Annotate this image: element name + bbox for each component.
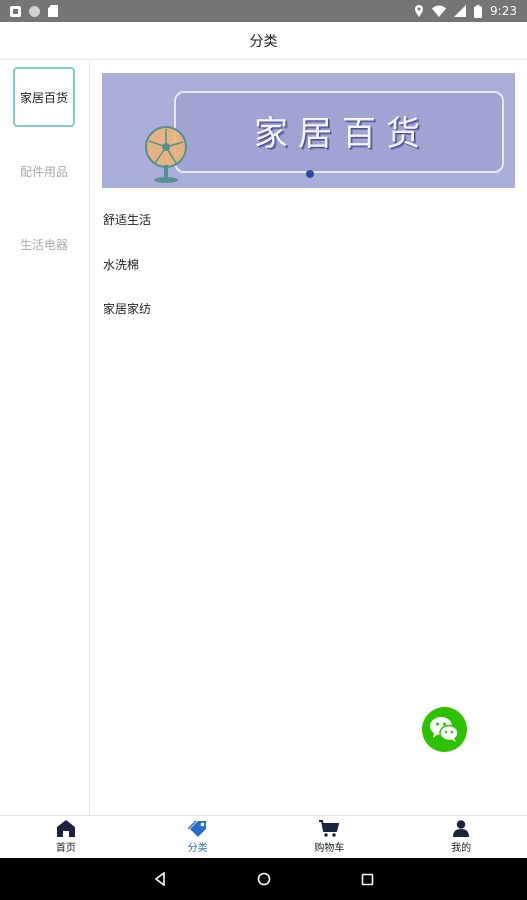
notification-icon — [10, 5, 21, 17]
category-content: 家居百货 舒适生活 水洗棉 家居家纺 — [90, 60, 527, 815]
battery-icon — [474, 4, 483, 18]
recents-icon[interactable] — [361, 873, 374, 886]
back-icon[interactable] — [153, 872, 167, 886]
tab-label: 购物车 — [314, 843, 345, 854]
fan-image — [145, 126, 187, 183]
sd-card-icon — [48, 5, 58, 17]
page-title: 分类 — [249, 33, 278, 50]
page-header: 分类 — [0, 22, 527, 60]
status-right-icons: 9:23 — [414, 4, 517, 18]
signal-icon — [454, 5, 467, 17]
tab-label: 我的 — [451, 843, 472, 854]
wechat-button[interactable] — [422, 707, 467, 752]
sidebar-item-label: 家居百货 — [19, 90, 68, 105]
tag-icon — [187, 820, 206, 837]
sidebar-item-label: 配件用品 — [19, 164, 68, 179]
bottom-tabbar: 首页 分类 购物车 我的 — [0, 815, 527, 858]
user-icon — [453, 820, 470, 837]
carousel-indicator-dot[interactable] — [306, 170, 314, 178]
tab-label: 分类 — [187, 843, 208, 854]
wechat-icon — [430, 717, 459, 742]
location-icon — [415, 5, 424, 17]
tab-label: 首页 — [55, 843, 76, 854]
tab-category[interactable]: 分类 — [132, 816, 264, 858]
status-time: 9:23 — [490, 4, 517, 18]
tab-profile[interactable]: 我的 — [395, 816, 527, 858]
home-icon — [56, 820, 75, 837]
status-left-icons — [10, 5, 58, 17]
sidebar-item-accessories[interactable]: 配件用品 — [13, 141, 75, 201]
subcategory-item[interactable]: 舒适生活 — [103, 211, 151, 228]
home-circle-icon[interactable] — [257, 872, 271, 886]
sync-icon — [29, 5, 40, 17]
system-nav-bar — [0, 858, 527, 900]
banner-title: 家居百货 — [254, 113, 430, 154]
subcategory-label: 舒适生活 — [103, 213, 152, 227]
sidebar-item-home-goods[interactable]: 家居百货 — [13, 67, 75, 127]
sidebar-item-label: 生活电器 — [19, 237, 68, 252]
subcategory-item[interactable]: 家居家纺 — [103, 300, 151, 317]
subcategory-item[interactable]: 水洗棉 — [103, 256, 139, 273]
wifi-icon — [432, 5, 447, 17]
sidebar-item-appliances[interactable]: 生活电器 — [13, 214, 75, 274]
tab-cart[interactable]: 购物车 — [264, 816, 396, 858]
tab-home[interactable]: 首页 — [0, 816, 132, 858]
subcategory-label: 家居家纺 — [103, 302, 152, 316]
category-sidebar: 家居百货 配件用品 生活电器 — [0, 60, 90, 815]
status-bar: 9:23 — [0, 0, 527, 22]
cart-icon — [319, 820, 340, 837]
subcategory-label: 水洗棉 — [103, 258, 140, 272]
banner-carousel[interactable]: 家居百货 — [102, 73, 515, 188]
